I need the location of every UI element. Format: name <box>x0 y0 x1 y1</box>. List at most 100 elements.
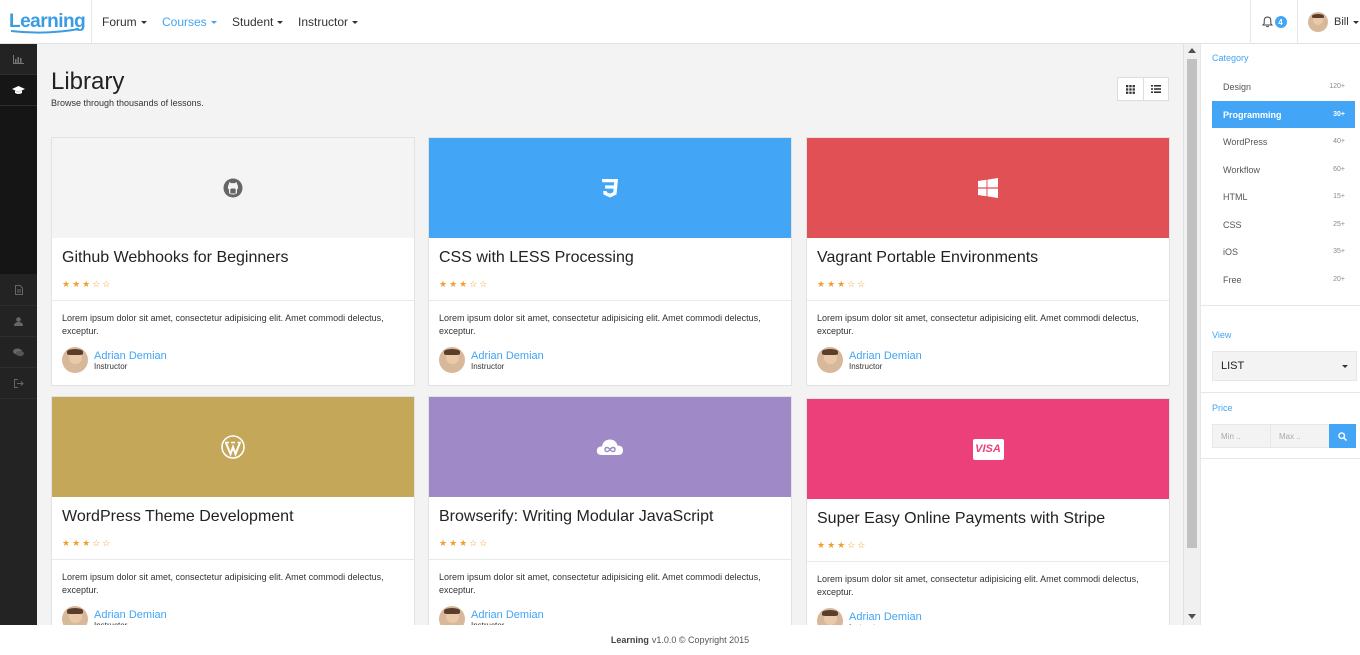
course-title[interactable]: CSS with LESS Processing <box>429 238 791 272</box>
author-name[interactable]: Adrian Demian <box>849 611 922 623</box>
nav-forum[interactable]: Forum <box>102 0 147 44</box>
graduation-cap-icon <box>12 85 25 94</box>
visa-icon: VISA <box>972 438 1004 460</box>
sign-out-icon <box>13 378 24 388</box>
author-name[interactable]: Adrian Demian <box>471 609 544 621</box>
search-icon <box>1338 431 1347 441</box>
course-image <box>429 138 791 238</box>
list-icon <box>1150 85 1161 93</box>
course-image <box>52 397 414 497</box>
left-sidebar <box>0 44 37 625</box>
category-item-workflow[interactable]: Workflow 60+ <box>1212 156 1355 183</box>
course-image <box>52 138 414 238</box>
course-author: Adrian DemianInstructor <box>807 347 1169 373</box>
course-card[interactable]: CSS with LESS Processing ★★★☆☆ Lorem ips… <box>428 137 792 386</box>
category-item-ios[interactable]: iOS 35+ <box>1212 238 1355 265</box>
course-title[interactable]: Browserify: Writing Modular JavaScript <box>429 497 791 531</box>
course-card[interactable]: VISA Super Easy Online Payments with Str… <box>806 398 1170 625</box>
author-avatar <box>62 347 88 373</box>
top-navbar: Learning Forum Courses Student Instructo… <box>0 0 1360 44</box>
category-item-programming[interactable]: Programming 30+ <box>1212 101 1355 128</box>
author-avatar <box>439 347 465 373</box>
course-card[interactable]: WordPress Theme Development ★★★☆☆ Lorem … <box>51 396 415 625</box>
sidebar-logout[interactable] <box>0 368 37 399</box>
price-max-input[interactable]: Max .. <box>1270 424 1330 448</box>
view-toggle <box>1117 77 1169 101</box>
course-author: Adrian DemianInstructor <box>807 608 1169 625</box>
scroll-down-arrow-icon[interactable] <box>1188 614 1196 619</box>
author-name[interactable]: Adrian Demian <box>94 609 167 621</box>
author-name[interactable]: Adrian Demian <box>849 350 922 362</box>
course-author: Adrian DemianInstructor <box>52 347 414 373</box>
course-title[interactable]: Vagrant Portable Environments <box>807 238 1169 272</box>
footer-brand: Learning <box>610 635 649 645</box>
comments-icon <box>13 348 24 356</box>
course-image <box>807 138 1169 238</box>
course-description: Lorem ipsum dolor sit amet, consectetur … <box>62 313 384 336</box>
chevron-down-icon <box>277 20 284 24</box>
course-author: Adrian DemianInstructor <box>429 347 791 373</box>
course-card[interactable]: Github Webhooks for Beginners ★★★☆☆ Lore… <box>51 137 415 386</box>
category-item-design[interactable]: Design 120+ <box>1212 73 1355 100</box>
bell-icon <box>1261 16 1273 28</box>
price-search-button[interactable] <box>1329 424 1356 448</box>
user-name: Bill <box>1334 16 1349 28</box>
nav-instructor[interactable]: Instructor <box>298 0 359 44</box>
cloud-icon <box>596 439 623 455</box>
category-item-css[interactable]: CSS 25+ <box>1212 211 1355 238</box>
course-title[interactable]: WordPress Theme Development <box>52 497 414 531</box>
user-icon <box>14 316 23 326</box>
category-item-free[interactable]: Free 20+ <box>1212 266 1355 293</box>
bar-chart-icon <box>13 54 24 64</box>
nav-student[interactable]: Student <box>232 0 284 44</box>
course-image: VISA <box>807 399 1169 499</box>
rating-stars: ★★★☆☆ <box>817 540 868 550</box>
category-item-html[interactable]: HTML 15+ <box>1212 183 1355 210</box>
page-title: Library <box>51 68 125 95</box>
sidebar-users[interactable] <box>0 306 37 337</box>
course-title[interactable]: Github Webhooks for Beginners <box>52 238 414 272</box>
filter-sidebar: Category Design 120+ Programming 30+ WordP… <box>1200 44 1360 625</box>
main-scrollbar[interactable] <box>1183 44 1200 625</box>
course-card[interactable]: Browserify: Writing Modular JavaScript ★… <box>428 396 792 625</box>
course-card[interactable]: Vagrant Portable Environments ★★★☆☆ Lore… <box>806 137 1170 386</box>
sidebar-spacer <box>0 106 37 274</box>
chevron-down-icon <box>210 20 217 24</box>
course-description: Lorem ipsum dolor sit amet, consectetur … <box>439 313 761 336</box>
category-heading: Category <box>1212 53 1249 63</box>
chevron-down-icon <box>1342 364 1348 368</box>
price-min-input[interactable]: Min .. <box>1212 424 1271 448</box>
author-avatar <box>817 608 843 625</box>
author-role: Instructor <box>471 361 505 371</box>
css3-icon <box>602 179 618 198</box>
notification-badge: 4 <box>1274 16 1287 28</box>
course-description: Lorem ipsum dolor sit amet, consectetur … <box>439 572 761 595</box>
list-view-button[interactable] <box>1144 78 1169 100</box>
sidebar-messages[interactable] <box>0 337 37 368</box>
nav-courses[interactable]: Courses <box>162 0 217 44</box>
view-select[interactable]: LIST <box>1212 351 1357 381</box>
chevron-down-icon <box>352 20 359 24</box>
sidebar-courses[interactable] <box>0 75 37 106</box>
price-heading: Price <box>1212 403 1233 413</box>
grid-icon <box>1125 84 1135 94</box>
category-item-wordpress[interactable]: WordPress 40+ <box>1212 128 1355 155</box>
author-role: Instructor <box>94 361 128 371</box>
scrollbar-thumb[interactable] <box>1187 59 1197 548</box>
scroll-up-arrow-icon[interactable] <box>1188 48 1196 53</box>
rating-stars: ★★★☆☆ <box>817 279 868 289</box>
brand-logo[interactable]: Learning <box>0 0 92 44</box>
sidebar-files[interactable] <box>0 275 37 306</box>
rating-stars: ★★★☆☆ <box>439 538 490 548</box>
author-name[interactable]: Adrian Demian <box>471 350 544 362</box>
grid-view-button[interactable] <box>1118 78 1144 100</box>
main-content: Library Browse through thousands of less… <box>37 44 1183 625</box>
sidebar-dashboard[interactable] <box>0 44 37 75</box>
course-description: Lorem ipsum dolor sit amet, consectetur … <box>817 574 1139 597</box>
author-avatar <box>62 606 88 625</box>
wordpress-icon <box>221 435 245 459</box>
notifications-button[interactable]: 4 <box>1250 0 1298 44</box>
course-title[interactable]: Super Easy Online Payments with Stripe <box>807 499 1169 533</box>
user-menu[interactable]: Bill <box>1308 0 1359 44</box>
author-name[interactable]: Adrian Demian <box>94 350 167 362</box>
